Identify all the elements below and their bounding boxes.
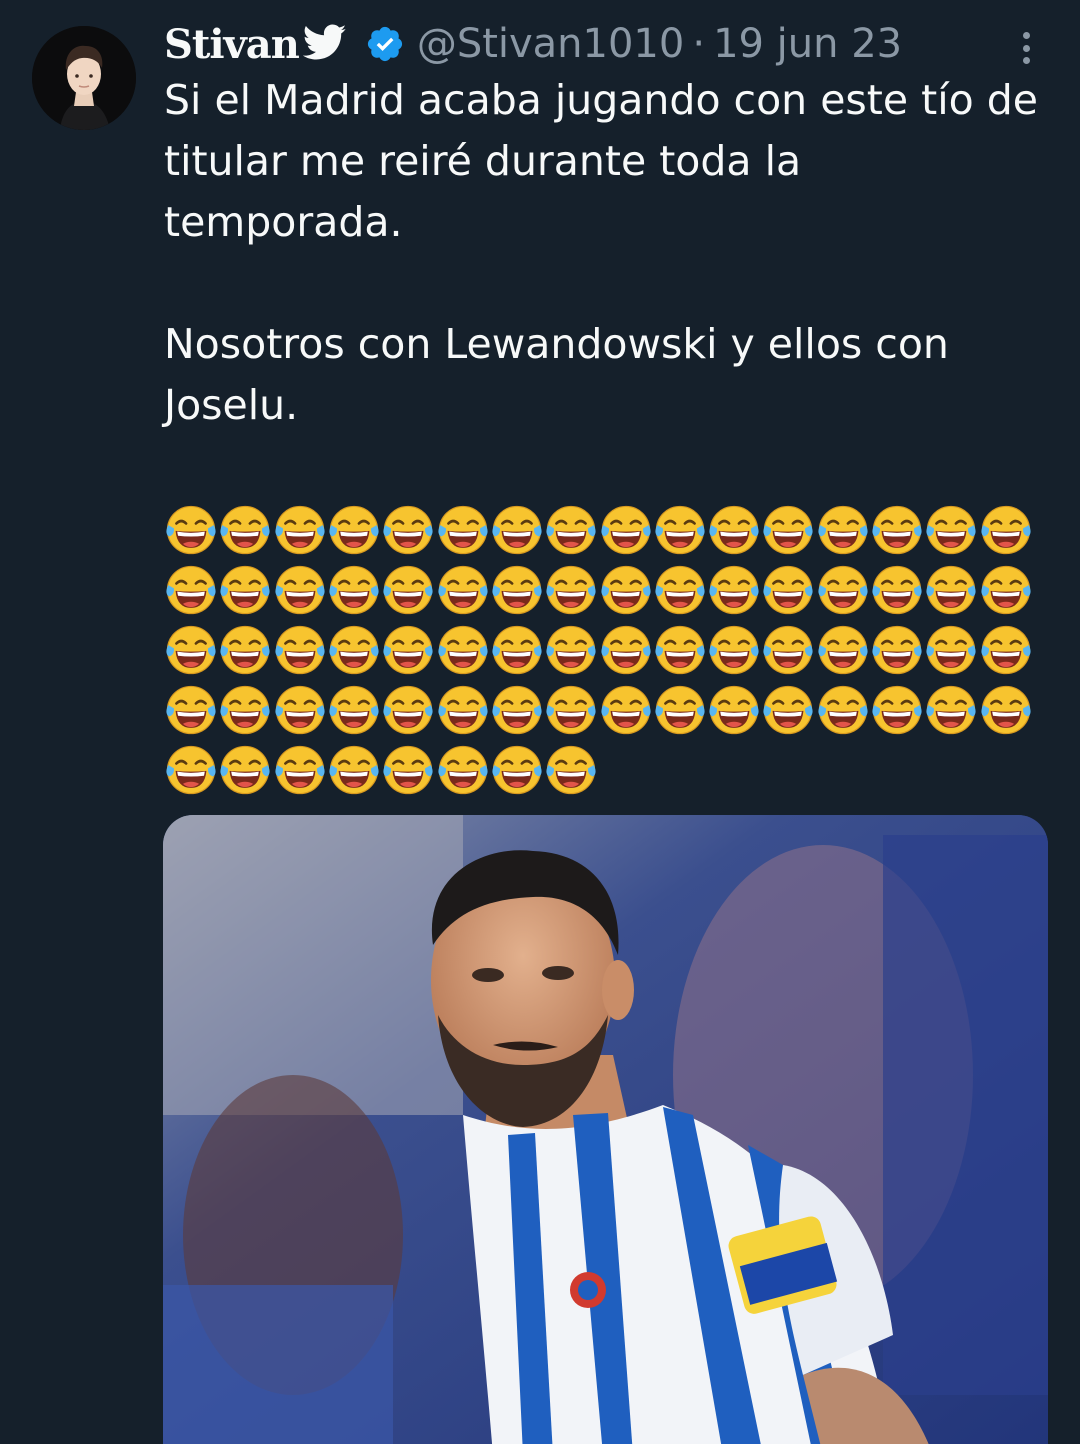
emoji-row: [164, 500, 1044, 800]
author-handle[interactable]: @Stivan1010: [417, 21, 685, 67]
face-with-tears-of-joy-emoji: [490, 560, 544, 620]
tweet-paragraph-1: Si el Madrid acaba jugando con este tío …: [164, 76, 1038, 246]
face-with-tears-of-joy-emoji: [273, 500, 327, 560]
face-with-tears-of-joy-emoji: [435, 740, 489, 800]
face-with-tears-of-joy-emoji: [218, 740, 272, 800]
face-with-tears-of-joy-emoji: [761, 620, 815, 680]
avatar[interactable]: [32, 26, 136, 130]
face-with-tears-of-joy-emoji: [707, 680, 761, 740]
face-with-tears-of-joy-emoji: [435, 620, 489, 680]
face-with-tears-of-joy-emoji: [381, 740, 435, 800]
face-with-tears-of-joy-emoji: [761, 680, 815, 740]
face-with-tears-of-joy-emoji: [490, 680, 544, 740]
face-with-tears-of-joy-emoji: [327, 560, 381, 620]
tweet-header: Stivan @Stivan1010 · 19 jun 23: [164, 14, 902, 74]
face-with-tears-of-joy-emoji: [164, 560, 218, 620]
face-with-tears-of-joy-emoji: [381, 620, 435, 680]
face-with-tears-of-joy-emoji: [164, 620, 218, 680]
tweet[interactable]: Stivan @Stivan1010 · 19 jun 23 Si el Mad…: [0, 0, 1080, 1444]
face-with-tears-of-joy-emoji: [381, 560, 435, 620]
tweet-date[interactable]: 19 jun 23: [713, 21, 902, 67]
face-with-tears-of-joy-emoji: [381, 500, 435, 560]
face-with-tears-of-joy-emoji: [707, 560, 761, 620]
face-with-tears-of-joy-emoji: [327, 740, 381, 800]
face-with-tears-of-joy-emoji: [218, 680, 272, 740]
face-with-tears-of-joy-emoji: [598, 560, 652, 620]
face-with-tears-of-joy-emoji: [490, 620, 544, 680]
face-with-tears-of-joy-emoji: [653, 560, 707, 620]
face-with-tears-of-joy-emoji: [924, 680, 978, 740]
face-with-tears-of-joy-emoji: [870, 500, 924, 560]
face-with-tears-of-joy-emoji: [544, 560, 598, 620]
face-with-tears-of-joy-emoji: [544, 500, 598, 560]
face-with-tears-of-joy-emoji: [218, 500, 272, 560]
face-with-tears-of-joy-emoji: [870, 680, 924, 740]
face-with-tears-of-joy-emoji: [490, 740, 544, 800]
face-with-tears-of-joy-emoji: [598, 620, 652, 680]
face-with-tears-of-joy-emoji: [870, 560, 924, 620]
face-with-tears-of-joy-emoji: [544, 620, 598, 680]
tweet-media-photo[interactable]: [163, 815, 1048, 1444]
face-with-tears-of-joy-emoji: [435, 680, 489, 740]
face-with-tears-of-joy-emoji: [816, 680, 870, 740]
face-with-tears-of-joy-emoji: [218, 620, 272, 680]
face-with-tears-of-joy-emoji: [381, 680, 435, 740]
face-with-tears-of-joy-emoji: [164, 740, 218, 800]
face-with-tears-of-joy-emoji: [598, 680, 652, 740]
face-with-tears-of-joy-emoji: [978, 680, 1032, 740]
author-display-name[interactable]: Stivan: [164, 21, 300, 68]
face-with-tears-of-joy-emoji: [653, 680, 707, 740]
verified-badge-icon: [365, 24, 405, 64]
face-with-tears-of-joy-emoji: [870, 620, 924, 680]
face-with-tears-of-joy-emoji: [816, 560, 870, 620]
face-with-tears-of-joy-emoji: [978, 620, 1032, 680]
face-with-tears-of-joy-emoji: [273, 740, 327, 800]
more-options-icon[interactable]: [1012, 28, 1040, 68]
face-with-tears-of-joy-emoji: [218, 560, 272, 620]
bird-icon: [302, 24, 347, 64]
tweet-text: Si el Madrid acaba jugando con este tío …: [164, 70, 1044, 436]
face-with-tears-of-joy-emoji: [273, 620, 327, 680]
tweet-paragraph-2: Nosotros con Lewandowski y ellos con Jos…: [164, 320, 949, 429]
face-with-tears-of-joy-emoji: [327, 620, 381, 680]
face-with-tears-of-joy-emoji: [924, 560, 978, 620]
face-with-tears-of-joy-emoji: [164, 500, 218, 560]
face-with-tears-of-joy-emoji: [435, 500, 489, 560]
face-with-tears-of-joy-emoji: [816, 500, 870, 560]
face-with-tears-of-joy-emoji: [273, 680, 327, 740]
face-with-tears-of-joy-emoji: [707, 620, 761, 680]
face-with-tears-of-joy-emoji: [653, 620, 707, 680]
face-with-tears-of-joy-emoji: [653, 500, 707, 560]
face-with-tears-of-joy-emoji: [598, 500, 652, 560]
face-with-tears-of-joy-emoji: [435, 560, 489, 620]
face-with-tears-of-joy-emoji: [924, 500, 978, 560]
face-with-tears-of-joy-emoji: [816, 620, 870, 680]
face-with-tears-of-joy-emoji: [544, 740, 598, 800]
separator-dot: ·: [692, 21, 706, 67]
face-with-tears-of-joy-emoji: [761, 500, 815, 560]
face-with-tears-of-joy-emoji: [544, 680, 598, 740]
face-with-tears-of-joy-emoji: [327, 500, 381, 560]
face-with-tears-of-joy-emoji: [761, 560, 815, 620]
face-with-tears-of-joy-emoji: [273, 560, 327, 620]
face-with-tears-of-joy-emoji: [327, 680, 381, 740]
face-with-tears-of-joy-emoji: [978, 500, 1032, 560]
face-with-tears-of-joy-emoji: [490, 500, 544, 560]
face-with-tears-of-joy-emoji: [707, 500, 761, 560]
face-with-tears-of-joy-emoji: [164, 680, 218, 740]
face-with-tears-of-joy-emoji: [978, 560, 1032, 620]
face-with-tears-of-joy-emoji: [924, 620, 978, 680]
